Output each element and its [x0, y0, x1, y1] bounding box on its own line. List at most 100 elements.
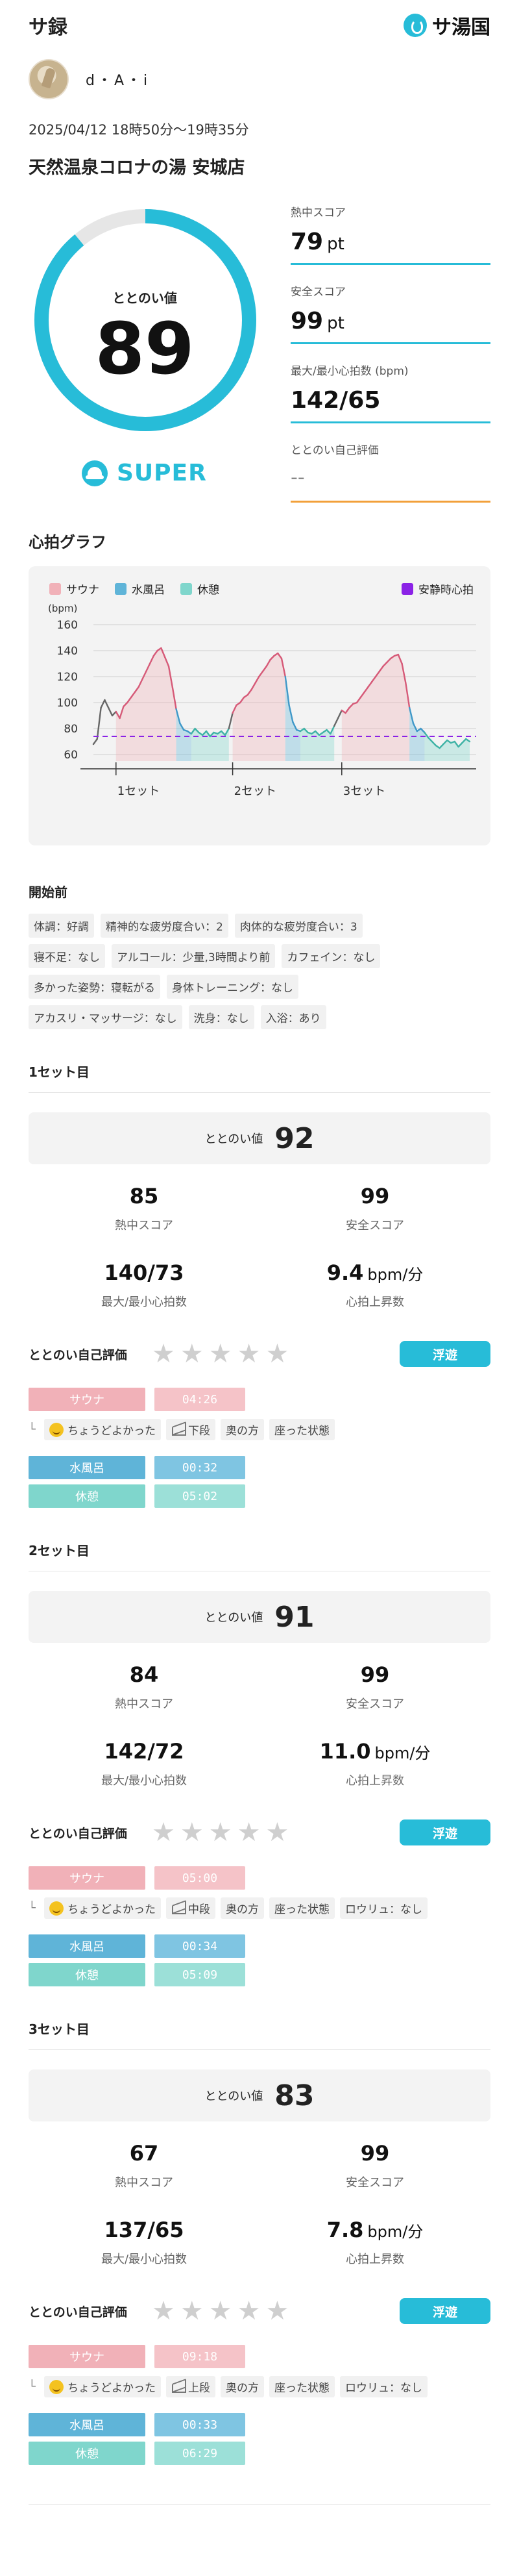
star-rating[interactable]: ★ ★ ★ ★ ★ [152, 1819, 289, 1845]
star-icon[interactable]: ★ [209, 2298, 232, 2324]
float-button[interactable]: 浮遊 [400, 1819, 490, 1845]
pre-tag: 入浴：あり [260, 1005, 326, 1029]
sauna-notes: └ ちょうどよかった 中段 奥の方 座った状態 ロウリュ：なし [29, 1897, 490, 1919]
facility-name[interactable]: 天然温泉コロナの湯 安城店 [0, 139, 519, 179]
set-note: 奥の方 [221, 1897, 264, 1919]
pre-tag: 多かった姿勢：寝転がる [29, 975, 160, 999]
star-icon[interactable]: ★ [237, 1819, 261, 1845]
water-chip: 水風呂 [29, 1456, 145, 1479]
sets-container: 1セット目 ととのい値 92 85 熱中スコア 99 安全スコア 140/73 最大/最小心拍数… [0, 1029, 519, 2465]
set-note: 中段 [166, 1897, 215, 1919]
pre-tag: アルコール：少量,3時間より前 [112, 944, 276, 968]
y-axis-title: (bpm) [48, 603, 77, 614]
set-stat-heat: 84 熱中スコア [115, 1662, 173, 1711]
y-tick-label: 100 [57, 697, 78, 710]
pre-tag: 精神的な疲労度合い：2 [101, 914, 228, 938]
star-icon[interactable]: ★ [265, 2298, 289, 2324]
float-button[interactable]: 浮遊 [400, 1341, 490, 1367]
brand-logo[interactable]: サ湯国 [404, 11, 490, 40]
app-title: サ録 [29, 16, 67, 39]
star-icon[interactable]: ★ [237, 1341, 261, 1367]
star-icon[interactable]: ★ [209, 1819, 232, 1845]
star-icon[interactable]: ★ [152, 1341, 175, 1367]
set-title: 1セット目 [29, 1064, 90, 1080]
star-icon[interactable]: ★ [180, 1341, 204, 1367]
drop-logo-icon [404, 14, 427, 37]
hr-line-segment [104, 699, 110, 709]
sauna-notes: └ ちょうどよかった 上段 奥の方 座った状態 ロウリュ：なし [29, 2376, 490, 2397]
water-chip: 水風呂 [29, 2413, 145, 2436]
set-stat-heart-rate: 137/65 最大/最小心拍数 [101, 2218, 187, 2266]
set-note: 上段 [166, 2376, 215, 2397]
self-eval-label: ととのい自己評価 [29, 2305, 127, 2320]
sauna-hat-icon [82, 460, 108, 486]
star-icon[interactable]: ★ [265, 1819, 289, 1845]
rest-chip: 休憩 [29, 1963, 145, 1986]
star-rating[interactable]: ★ ★ ★ ★ ★ [152, 2298, 289, 2324]
branch-icon: └ [29, 2380, 36, 2394]
metric-value: -- [291, 466, 490, 503]
set-stat-rise: 7.8 bpm/分 心拍上昇数 [326, 2218, 424, 2266]
phase-band [341, 655, 410, 761]
sauna-time: 05:00 [154, 1866, 245, 1890]
star-icon[interactable]: ★ [237, 2298, 261, 2324]
score-summary: ととのい値 89 SUPER 熱中スコア 79 pt 安全スコア 99 pt 最大/… [0, 179, 519, 529]
pre-title: 開始前 [29, 884, 67, 900]
metric-self-eval[interactable]: ととのい自己評価 -- [291, 434, 490, 514]
pre-tag: 洗身：なし [188, 1005, 254, 1029]
star-icon[interactable]: ★ [152, 1819, 175, 1845]
set-note: 奥の方 [221, 1419, 264, 1440]
metric-value: 79 pt [291, 229, 490, 265]
set-stat-safety: 99 安全スコア [346, 1662, 404, 1711]
rank-badge: SUPER [82, 460, 207, 486]
star-icon[interactable]: ★ [209, 1341, 232, 1367]
metric-heat: 熱中スコア 79 pt [291, 197, 490, 276]
float-button[interactable]: 浮遊 [400, 2298, 490, 2324]
metric-label: ととのい自己評価 [291, 444, 379, 457]
set-note: 座った状態 [269, 1419, 335, 1440]
self-eval-row: ととのい自己評価 ★ ★ ★ ★ ★ 浮遊 [29, 2293, 490, 2329]
tier-icon [171, 2381, 186, 2393]
sauna-time: 09:18 [154, 2345, 245, 2368]
pre-tags: 体調：好調 精神的な疲労度合い：2 肉体的な疲労度合い：3 寝不足：なし アルコール：少… [0, 901, 467, 1029]
legend-swatch [115, 582, 127, 595]
metric-safety: 安全スコア 99 pt [291, 276, 490, 355]
metrics-column: 熱中スコア 79 pt 安全スコア 99 pt 最大/最小心拍数 (bpm) 142… [269, 197, 490, 529]
legend-swatch [402, 582, 413, 595]
star-icon[interactable]: ★ [180, 2298, 204, 2324]
hr-line-segment [228, 712, 234, 730]
user-row[interactable]: d・A・i [0, 51, 519, 103]
pre-tag: アカスリ・マッサージ：なし [29, 1005, 182, 1029]
metric-heart-rate: 最大/最小心拍数 (bpm) 142/65 [291, 355, 490, 434]
sauna-row: サウナ 05:00 [29, 1866, 490, 1890]
set-stat-rise: 11.0 bpm/分 心拍上昇数 [319, 1739, 431, 1788]
set-totonoi: ととのい値 92 [29, 1112, 490, 1164]
legend-swatch [49, 582, 61, 595]
smile-icon [49, 1901, 64, 1916]
water-time: 00:33 [154, 2413, 245, 2436]
set-stat-heat: 85 熱中スコア [115, 1184, 173, 1232]
y-tick-label: 120 [57, 671, 78, 684]
set-stat-heat: 67 熱中スコア [115, 2141, 173, 2190]
star-rating[interactable]: ★ ★ ★ ★ ★ [152, 1341, 289, 1367]
sauna-chip: サウナ [29, 1388, 145, 1411]
legend-water: 水風呂 [115, 581, 165, 597]
legend-swatch [180, 582, 192, 595]
star-icon[interactable]: ★ [180, 1819, 204, 1845]
y-tick-label: 160 [57, 619, 78, 632]
water-row: 水風呂 00:33 [29, 2413, 490, 2436]
divider [29, 1092, 490, 1093]
divider [29, 2504, 490, 2505]
star-icon[interactable]: ★ [152, 2298, 175, 2324]
app-header: サ録 サ湯国 [0, 0, 519, 51]
metric-label: 熱中スコア [291, 206, 346, 219]
graph-title: 心拍グラフ [29, 533, 106, 551]
avatar[interactable] [29, 59, 69, 99]
set-totonoi-value: 91 [274, 1600, 315, 1634]
set-totonoi-label: ととのい値 [204, 2090, 263, 2103]
water-time: 00:34 [154, 1934, 245, 1958]
set-note: 奥の方 [221, 2376, 264, 2397]
divider [29, 2049, 490, 2050]
set-stat-rise: 9.4 bpm/分 心拍上昇数 [326, 1260, 424, 1309]
star-icon[interactable]: ★ [265, 1341, 289, 1367]
